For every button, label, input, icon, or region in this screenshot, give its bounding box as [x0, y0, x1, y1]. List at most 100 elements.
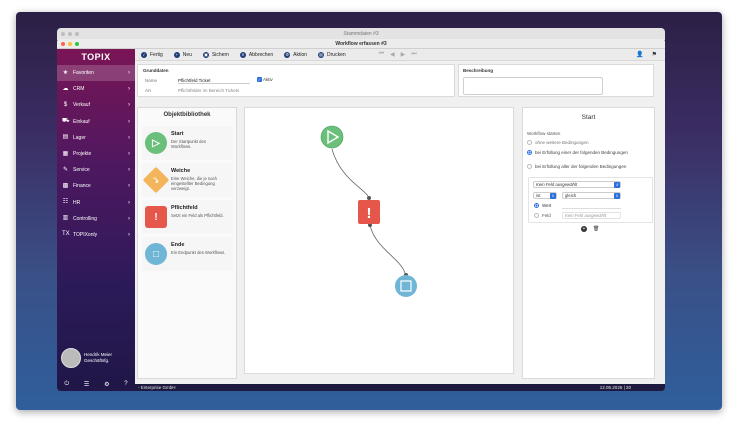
field-radio[interactable]: Feld [534, 213, 551, 219]
field2-select[interactable]: Kein Feld ausgewählt [562, 212, 621, 219]
sidebar-verkauf-icon: $ [63, 101, 68, 108]
sidebar-item-label: Favoriten [73, 70, 94, 77]
sidebar-item-topixonly[interactable]: TX TOPIXonly › [57, 227, 135, 243]
art-field[interactable]: Pflichtfelder im Bereich Tickets [178, 87, 278, 94]
value-input[interactable] [562, 203, 621, 209]
user-role: Geschäftsfg. [84, 358, 110, 363]
sidebar-item-crm[interactable]: ☁ CRM › [57, 81, 135, 97]
start-option-1[interactable]: ohne weitere Bedingungen [527, 140, 647, 145]
sidebar-item-lager[interactable]: ▤ Lager › [57, 130, 135, 146]
user-icon[interactable]: 👤 [636, 51, 643, 58]
connector-start-to-pflichtfeld [331, 148, 369, 197]
sidebar-item-label: Controlling [73, 215, 97, 222]
first-record-icon[interactable]: ⏮ [379, 51, 384, 58]
field-radio-label: Feld [542, 213, 551, 218]
value-radio-dot[interactable] [534, 203, 539, 209]
properties-panel: Start Workflow starten ohne weitere Bedi… [522, 107, 655, 379]
start-option-radio[interactable] [527, 140, 532, 145]
sidebar-item-service[interactable]: ✎ Service › [57, 162, 135, 178]
sidebar-hr-icon: ☷ [62, 199, 69, 206]
library-item-ende[interactable]: □ Ende Ein Endpunkt des Workflows. [142, 237, 233, 271]
zoom-window-button[interactable] [75, 42, 79, 46]
library-item-name: Ende [171, 242, 185, 248]
aktion-button[interactable]: ⚙ Aktion [284, 51, 307, 58]
add-condition-icon[interactable]: + [581, 226, 587, 232]
delete-condition-icon[interactable]: 🗑 [593, 226, 599, 232]
flag-icon[interactable]: ⚑ [652, 51, 657, 58]
sidebar-item-einkauf[interactable]: ⛟ Einkauf › [57, 114, 135, 130]
close-window-button[interactable] [61, 42, 65, 46]
library-item-pflichtfeld[interactable]: ! Pflichtfeld Setzt ein Feld als Pflichtfe… [142, 200, 233, 234]
field-radio-dot[interactable] [534, 213, 539, 219]
name-label: Name [145, 78, 158, 83]
field-select[interactable]: Kein Feld ausgewählt ⇕ [533, 181, 621, 188]
sidebar-item-verkauf[interactable]: $ Verkauf › [57, 97, 135, 113]
drucken-icon: ▤ [318, 51, 325, 58]
start-option-radio[interactable] [527, 164, 532, 169]
object-library-panel: Objektbibliothek ▷ Start Der Startpunkt de… [137, 107, 237, 379]
sichern-button[interactable]: ▣ Sichern [202, 51, 229, 58]
node-pflichtfeld[interactable]: ! [358, 200, 380, 224]
library-item-weiche[interactable]: ⤳ Weiche Eine Weiche, die je nach eingeste… [142, 163, 233, 197]
start-option-radio[interactable] [527, 150, 532, 155]
sidebar-crm-icon: ☁ [62, 85, 69, 92]
sidebar-item-finance[interactable]: ▩ Finance › [57, 178, 135, 194]
list-icon[interactable]: ☰ [84, 381, 89, 388]
minimize-window-button[interactable] [68, 42, 72, 46]
start-option-label: ohne weitere Bedingungen [535, 140, 589, 145]
drucken-button[interactable]: ▤ Drucken [318, 51, 346, 58]
node-start[interactable] [320, 125, 344, 149]
beschreibung-panel: Beschreibung [458, 64, 654, 97]
sidebar-item-label: Einkauf [73, 118, 90, 125]
abbrechen-button[interactable]: ✕ Abbrechen [239, 51, 273, 58]
chevron-right-icon: › [128, 199, 130, 206]
chevron-right-icon: › [128, 70, 130, 77]
active-checkbox[interactable]: ✓ Aktiv [257, 77, 273, 83]
window-titlebar: Workflow erfassen #3 [57, 39, 665, 49]
previous-record-icon[interactable]: ◀ [390, 51, 395, 58]
library-item-name: Weiche [171, 168, 191, 174]
library-item-description: Ein Endpunkt des Workflows. [171, 250, 226, 255]
chevron-right-icon: › [128, 118, 130, 125]
status-datetime: 12.05.2026 | 20 [599, 385, 631, 390]
operator-select[interactable]: ist ⇕ [533, 192, 557, 199]
aktion-icon: ⚙ [284, 51, 291, 58]
last-record-icon[interactable]: ⏭ [411, 51, 416, 58]
chevron-right-icon: › [128, 151, 130, 158]
workflow-canvas[interactable]: ! [244, 107, 514, 374]
toolbar-button-label: Drucken [327, 51, 346, 58]
sidebar-item-hr[interactable]: ☷ HR › [57, 195, 135, 211]
chevron-right-icon: › [128, 102, 130, 109]
start-option-3[interactable]: bei Erfüllung aller der folgenden Beding… [527, 164, 647, 169]
library-item-start[interactable]: ▷ Start Der Startpunkt des Workflows. [142, 126, 233, 160]
fertig-button[interactable]: ✓ Fertig [141, 51, 163, 58]
sidebar-item-controlling[interactable]: ▥ Controlling › [57, 211, 135, 227]
next-record-icon[interactable]: ▶ [401, 51, 406, 58]
window-title: Workflow erfassen #3 [335, 41, 387, 47]
gear-icon[interactable]: ⚙ [104, 381, 109, 388]
chevron-right-icon: › [128, 86, 130, 93]
sidebar-item-favoriten[interactable]: ★ Favoriten › [57, 65, 135, 82]
start-option-2[interactable]: bei Erfüllung einer der folgenden Beding… [527, 150, 647, 155]
user-profile[interactable]: Hendrik Meier Geschäftsfg. [61, 348, 112, 368]
toolbar-button-label: Sichern [211, 51, 229, 58]
active-checkbox-box[interactable]: ✓ [257, 77, 262, 83]
beschreibung-textarea[interactable] [463, 77, 603, 95]
power-icon[interactable]: ⏻ [64, 381, 69, 388]
node-end[interactable] [395, 275, 417, 297]
neu-button[interactable]: + Neu [173, 51, 192, 58]
library-start-icon: ▷ [145, 132, 167, 154]
name-field[interactable]: Pflichtfeld Ticket [178, 77, 250, 84]
object-library-title: Objektbibliothek [163, 112, 211, 118]
operator-select-value: ist [536, 193, 541, 198]
chevron-right-icon: › [128, 183, 130, 190]
sidebar-favoriten-icon: ★ [62, 69, 69, 76]
help-icon[interactable]: ? [124, 381, 127, 387]
art-label: Art [145, 88, 151, 93]
sidebar-item-label: HR [73, 199, 81, 206]
value-radio[interactable]: Wert [534, 203, 551, 209]
sidebar-einkauf-icon: ⛟ [62, 118, 70, 125]
compare-select[interactable]: gleich ⇕ [562, 192, 621, 199]
sidebar-item-projekte[interactable]: ▦ Projekte › [57, 146, 135, 162]
sidebar-item-label: TOPIXonly [73, 231, 98, 238]
